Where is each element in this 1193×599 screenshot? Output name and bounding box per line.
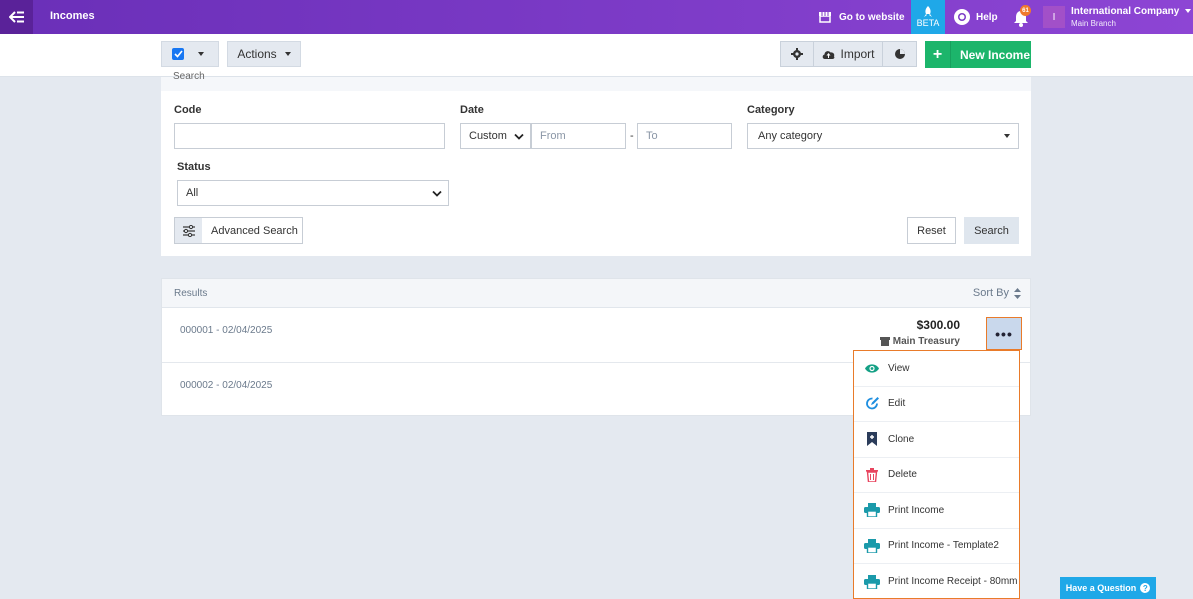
search-panel: Search Code Date Custom From - To Catego… xyxy=(161,71,1031,256)
import-label: Import xyxy=(840,47,875,61)
beta-button[interactable]: BETA xyxy=(911,0,945,34)
search-button[interactable]: Search xyxy=(964,217,1019,244)
sliders-icon xyxy=(175,218,202,243)
cloud-upload-icon xyxy=(823,50,835,59)
menu-item-label: Print Income - Template2 xyxy=(888,540,999,552)
category-value: Any category xyxy=(758,130,823,142)
status-label: Status xyxy=(177,161,211,173)
menu-item-print-income-receipt-80mm[interactable]: Print Income Receipt - 80mm xyxy=(854,564,1019,599)
menu-item-label: Clone xyxy=(888,433,915,445)
income-treasury: Main Treasury xyxy=(879,336,960,347)
menu-item-label: Delete xyxy=(888,469,917,481)
toolbar-button-group: Import xyxy=(780,41,917,67)
reset-button[interactable]: Reset xyxy=(907,217,956,244)
trash-icon xyxy=(864,467,880,483)
income-code: 000002 - 02/04/2025 xyxy=(180,380,273,391)
code-label: Code xyxy=(174,104,202,116)
check-icon xyxy=(173,50,183,58)
status-value: All xyxy=(186,187,199,199)
date-mode-select[interactable]: Custom xyxy=(460,123,531,149)
settings-button[interactable] xyxy=(781,42,814,66)
menu-item-print-income-template2[interactable]: Print Income - Template2 xyxy=(854,529,1019,564)
branch-name: Main Branch xyxy=(1071,19,1116,28)
have-a-question-label: Have a Question xyxy=(1065,583,1137,593)
safe-icon xyxy=(879,337,890,346)
lifebuoy-icon xyxy=(954,9,970,25)
caret-down-icon xyxy=(198,52,204,56)
actions-dropdown[interactable]: Actions xyxy=(227,41,301,67)
company-name: International Company xyxy=(1071,6,1180,17)
pie-chart-icon xyxy=(894,49,905,59)
rocket-icon xyxy=(924,6,932,17)
notification-badge: 61 xyxy=(1020,5,1031,16)
question-icon: ? xyxy=(1140,583,1151,593)
edit-icon xyxy=(864,396,880,412)
date-label: Date xyxy=(460,104,484,116)
menu-item-edit[interactable]: Edit xyxy=(854,387,1019,422)
printer-icon xyxy=(864,538,880,554)
new-income-label: New Income xyxy=(960,47,1031,62)
category-label: Category xyxy=(747,104,795,116)
sort-by-label: Sort By xyxy=(972,287,1009,299)
date-mode-value: Custom xyxy=(469,130,507,142)
menu-item-print-income[interactable]: Print Income xyxy=(854,493,1019,529)
results-header: Results Sort By xyxy=(162,279,1030,308)
help-label: Help xyxy=(976,11,998,23)
page-title: Incomes xyxy=(50,10,95,22)
row-actions-button[interactable]: ••• xyxy=(986,317,1022,350)
status-select[interactable]: All xyxy=(177,180,449,206)
plus-icon: + xyxy=(925,41,951,68)
search-panel-title: Search xyxy=(173,71,205,82)
advanced-search-label: Advanced Search xyxy=(211,224,298,237)
beta-label: BETA xyxy=(916,18,940,28)
menu-item-clone[interactable]: Clone xyxy=(854,422,1019,458)
search-panel-header xyxy=(161,77,1031,91)
menu-item-label: Print Income xyxy=(888,504,945,516)
menu-item-view[interactable]: View xyxy=(854,351,1019,387)
clone-icon xyxy=(864,431,880,447)
import-button[interactable]: Import xyxy=(814,42,883,66)
menu-item-label: Edit xyxy=(888,398,906,410)
income-code: 000001 - 02/04/2025 xyxy=(180,325,273,336)
avatar[interactable]: I xyxy=(1043,6,1065,28)
menu-toggle-button[interactable] xyxy=(0,0,33,34)
sort-by-dropdown[interactable]: Sort By xyxy=(973,287,1021,299)
date-to-input[interactable]: To xyxy=(637,123,732,149)
new-income-button[interactable]: + New Income xyxy=(925,41,1031,68)
menu-collapse-icon xyxy=(8,11,24,23)
date-from-input[interactable]: From xyxy=(531,123,626,149)
chevron-down-icon xyxy=(1185,9,1192,14)
printer-icon xyxy=(864,502,880,518)
select-all-dropdown[interactable] xyxy=(161,41,219,67)
have-a-question-button[interactable]: Have a Question ? xyxy=(1060,577,1156,599)
chevron-down-icon xyxy=(432,190,442,197)
printer-icon xyxy=(864,574,880,590)
gear-icon xyxy=(791,48,803,60)
go-to-website-link[interactable]: Go to website xyxy=(818,0,905,34)
help-button[interactable]: Help xyxy=(953,0,998,34)
menu-item-label: Print Income Receipt - 80mm xyxy=(888,576,1018,588)
store-icon xyxy=(819,12,831,23)
chevron-down-icon xyxy=(514,133,524,140)
results-title: Results xyxy=(174,288,208,299)
go-to-website-label: Go to website xyxy=(839,11,905,23)
select-all-checkbox[interactable] xyxy=(172,48,184,60)
menu-item-label: View xyxy=(888,362,910,374)
eye-icon xyxy=(864,360,880,376)
code-input[interactable] xyxy=(174,123,445,149)
caret-down-icon xyxy=(284,52,291,56)
company-switcher[interactable]: International Company Main Branch xyxy=(1071,6,1192,30)
advanced-search-button[interactable]: Advanced Search xyxy=(174,217,303,244)
date-separator: - xyxy=(630,130,634,142)
row-actions-menu: View Edit Clone Delete Print Income Prin… xyxy=(853,350,1020,599)
actions-label: Actions xyxy=(237,47,277,61)
treasury-name: Main Treasury xyxy=(892,336,960,347)
income-amount: $300.00 xyxy=(916,318,960,332)
menu-item-delete[interactable]: Delete xyxy=(854,458,1019,493)
reports-button[interactable] xyxy=(883,42,916,66)
top-bar: Incomes Go to website BETA Help 61 I Int… xyxy=(0,0,1193,34)
sort-icon xyxy=(1014,287,1021,299)
caret-down-icon xyxy=(1004,134,1010,138)
category-select[interactable]: Any category xyxy=(747,123,1019,149)
